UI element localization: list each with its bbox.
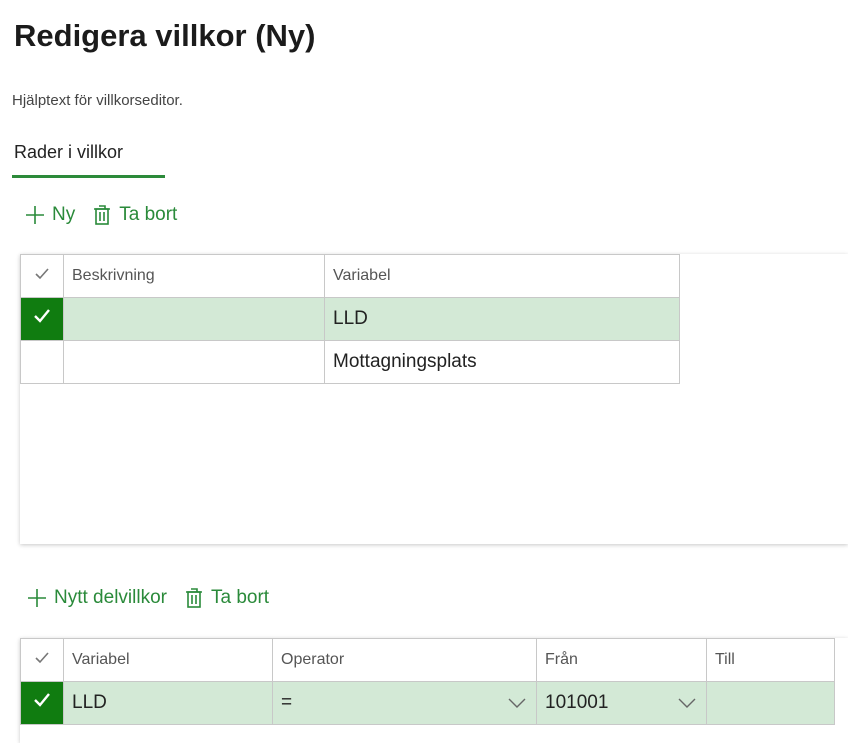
cell-variabel[interactable]: LLD: [63, 681, 273, 725]
column-header-till[interactable]: Till: [706, 638, 835, 682]
select-all-checkbox[interactable]: [20, 638, 64, 682]
operator-value: =: [281, 692, 293, 713]
delete-subcondition-label: Ta bort: [210, 587, 270, 608]
select-all-checkbox[interactable]: [20, 254, 64, 298]
delete-subcondition-button[interactable]: Ta bort: [183, 587, 269, 609]
delete-row-label: Ta bort: [119, 204, 178, 225]
table-row[interactable]: LLD: [20, 297, 680, 341]
column-header-beskrivning[interactable]: Beskrivning: [63, 254, 325, 298]
table-row[interactable]: LLD = 101001: [20, 681, 835, 725]
row-checkbox[interactable]: [20, 340, 64, 384]
plus-icon: [26, 587, 48, 609]
tab-rader-i-villkor[interactable]: Rader i villkor: [14, 142, 123, 163]
checkmark-icon: [34, 267, 50, 285]
column-header-variabel[interactable]: Variabel: [63, 638, 273, 682]
plus-icon: [24, 204, 46, 226]
column-header-variabel[interactable]: Variabel: [324, 254, 680, 298]
conditions-grid: Beskrivning Variabel LLD Mottagningsplat…: [20, 254, 680, 384]
grid-header-row: Variabel Operator Från Till: [20, 638, 835, 682]
cell-beskrivning[interactable]: [63, 340, 325, 384]
checkmark-icon: [33, 308, 51, 329]
row-checkbox[interactable]: [20, 681, 64, 725]
rows-toolbar: Ny Ta bort: [24, 204, 177, 226]
new-subcondition-label: Nytt delvillkor: [54, 587, 167, 608]
checkmark-icon: [34, 651, 50, 669]
subconditions-grid: Variabel Operator Från Till LLD = 101001: [20, 638, 835, 725]
trash-icon: [91, 204, 113, 226]
column-header-fran[interactable]: Från: [536, 638, 707, 682]
checkmark-icon: [33, 692, 51, 713]
chevron-down-icon: [678, 697, 696, 709]
grid-header-row: Beskrivning Variabel: [20, 254, 680, 298]
new-row-label: Ny: [52, 204, 76, 225]
delete-row-button[interactable]: Ta bort: [91, 204, 177, 226]
fran-value: 101001: [545, 692, 609, 713]
new-row-button[interactable]: Ny: [24, 204, 75, 226]
trash-icon: [183, 587, 205, 609]
subconditions-toolbar: Nytt delvillkor Ta bort: [26, 587, 269, 609]
cell-variabel[interactable]: LLD: [324, 297, 680, 341]
row-checkbox[interactable]: [20, 297, 64, 341]
column-header-operator[interactable]: Operator: [272, 638, 537, 682]
cell-variabel[interactable]: Mottagningsplats: [324, 340, 680, 384]
page-title: Redigera villkor (Ny): [14, 18, 316, 53]
table-row[interactable]: Mottagningsplats: [20, 340, 680, 384]
fran-dropdown[interactable]: 101001: [536, 681, 707, 725]
conditions-grid-panel: Beskrivning Variabel LLD Mottagningsplat…: [20, 254, 848, 544]
chevron-down-icon: [508, 697, 526, 709]
subconditions-grid-panel: Variabel Operator Från Till LLD = 101001: [20, 638, 848, 743]
operator-dropdown[interactable]: =: [272, 681, 537, 725]
new-subcondition-button[interactable]: Nytt delvillkor: [26, 587, 167, 609]
tab-active-indicator: [12, 175, 165, 178]
cell-till[interactable]: [706, 681, 835, 725]
cell-beskrivning[interactable]: [63, 297, 325, 341]
help-text: Hjälptext för villkorseditor.: [12, 92, 183, 109]
